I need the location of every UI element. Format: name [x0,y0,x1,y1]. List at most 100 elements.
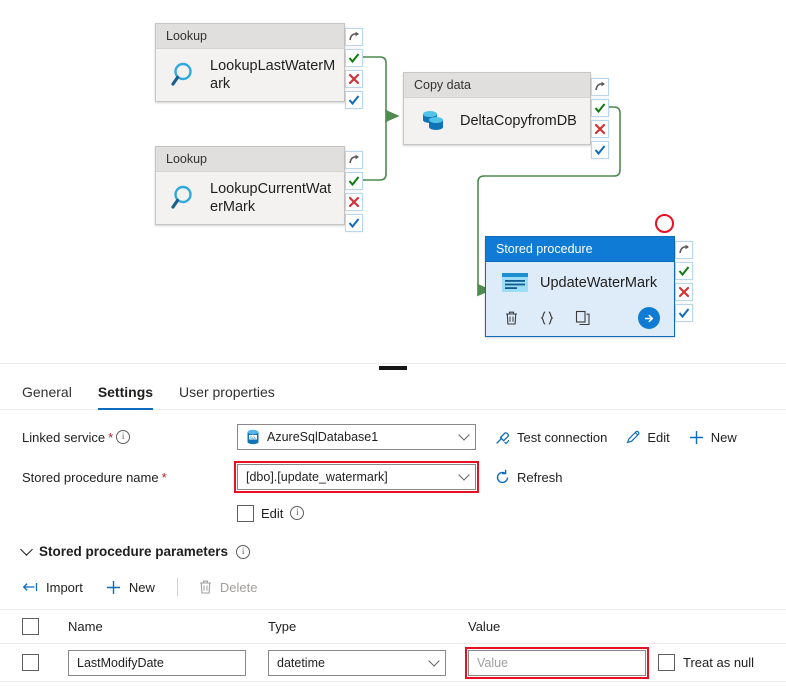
properties-tabs[interactable]: General Settings User properties [0,373,786,410]
activity-node-lookup-last-watermark[interactable]: Lookup LookupLastWaterMark [155,23,345,103]
row-select-checkbox[interactable] [22,654,39,671]
parameters-grid: Name Type Value LastModifyDate datetime … [0,609,786,682]
node-action-bar[interactable] [486,304,674,336]
new-parameter-label: New [128,579,155,595]
import-parameters-label: Import [46,579,83,595]
edit-checkbox[interactable] [237,504,254,522]
parameter-name-input[interactable]: LastModifyDate [68,649,246,676]
database-copy-icon [418,106,450,136]
tab-general[interactable]: General [22,375,72,409]
edit-linked-service-button[interactable]: Edit [625,429,670,445]
completion-pin[interactable] [591,141,609,159]
parameter-type-dropdown[interactable]: datetime [268,649,446,676]
clone-activity-icon[interactable] [570,306,596,330]
node-type-label: Lookup [156,147,344,172]
activity-node-copy-data[interactable]: Copy data DeltaCopyfromDB [403,72,591,145]
test-connection-button[interactable]: Test connection [494,429,607,446]
splitter-grip[interactable] [379,366,407,370]
parameter-type-cell[interactable]: datetime [268,649,468,676]
edit-checkbox-row: Edit i [0,500,786,526]
activity-pins-lookup-current-watermark[interactable] [345,151,363,235]
success-pin[interactable] [345,49,363,67]
code-braces-icon[interactable] [534,306,560,330]
stored-procedure-parameters-section[interactable]: Stored procedure parameters i [0,543,786,559]
pipeline-canvas[interactable]: Lookup LookupLastWaterMark Lookup Lookup… [0,0,786,363]
skip-pin[interactable] [345,28,363,46]
import-parameters-button[interactable]: Import [22,580,83,595]
refresh-icon [494,469,511,486]
run-activity-icon[interactable] [638,307,660,329]
linked-service-dropdown[interactable]: SQL AzureSqlDatabase1 [237,424,476,450]
parameter-name-cell[interactable]: LastModifyDate [68,649,268,676]
node-type-label: Lookup [156,24,344,49]
delete-activity-icon[interactable] [498,306,524,330]
skip-pin[interactable] [591,78,609,96]
skip-pin[interactable] [345,151,363,169]
row-select-cell[interactable] [22,654,68,671]
success-pin[interactable] [675,262,693,280]
column-header-type: Type [268,619,297,634]
parameter-value-cell[interactable]: Value [465,646,658,679]
activity-pins-copy-data[interactable] [591,78,609,162]
magnifier-icon [170,183,200,213]
treat-as-null-checkbox[interactable] [658,654,675,671]
column-header-name: Name [68,619,103,634]
table-row[interactable]: LastModifyDate datetime Value Treat as n… [0,644,786,682]
new-parameter-button[interactable]: New [105,579,155,596]
required-asterisk: * [108,429,114,445]
magnifier-icon [170,60,200,90]
failure-pin[interactable] [345,70,363,88]
activity-pins-lookup-last-watermark[interactable] [345,28,363,112]
completion-pin[interactable] [345,91,363,109]
parameter-type-value: datetime [277,655,325,670]
refresh-label: Refresh [517,469,563,485]
stored-procedure-name-value: [dbo].[update_watermark] [246,470,388,484]
activity-node-lookup-current-watermark[interactable]: Lookup LookupCurrentWaterMark [155,146,345,226]
trash-icon [198,579,213,595]
failure-pin[interactable] [675,283,693,301]
parameters-grid-header: Name Type Value [0,610,786,644]
node-type-label: Copy data [404,73,590,98]
activity-node-stored-procedure[interactable]: Stored procedure UpdateWaterMark [485,236,675,337]
activity-pins-stored-procedure[interactable] [675,241,693,325]
treat-as-null-cell[interactable]: Treat as null [658,654,764,671]
stored-procedure-icon [500,270,530,296]
node-activity-name: LookupCurrentWaterMark [210,181,332,216]
info-icon[interactable]: i [236,544,251,559]
tab-settings[interactable]: Settings [97,375,154,410]
select-all-cell[interactable] [22,618,68,635]
tab-user-properties[interactable]: User properties [179,375,275,409]
edit-linked-service-label: Edit [647,429,670,445]
refresh-button[interactable]: Refresh [494,469,563,486]
failure-pin[interactable] [591,120,609,138]
required-asterisk: * [161,469,167,485]
sql-database-icon: SQL [246,429,260,445]
select-all-checkbox[interactable] [22,618,39,635]
success-pin[interactable] [591,99,609,117]
info-icon[interactable]: i [116,430,131,444]
delete-parameter-button: Delete [198,579,258,595]
failure-pin[interactable] [345,193,363,211]
chevron-down-icon [20,543,33,556]
completion-pin[interactable] [345,214,363,232]
node-activity-name: UpdateWaterMark [540,274,658,291]
column-header-value: Value [468,619,501,634]
node-activity-name: LookupLastWaterMark [210,58,336,93]
success-pin[interactable] [345,172,363,190]
completion-pin[interactable] [675,304,693,322]
plus-icon [105,579,122,596]
delete-parameter-label: Delete [219,579,258,595]
linked-service-value: AzureSqlDatabase1 [267,430,379,444]
treat-as-null-label: Treat as null [683,655,755,670]
stored-procedure-name-dropdown[interactable]: [dbo].[update_watermark] [234,461,479,493]
skip-pin[interactable] [675,241,693,259]
new-linked-service-button[interactable]: New [688,429,737,446]
parameters-toolbar[interactable]: Import New Delete [0,573,786,601]
chevron-down-icon [428,654,440,667]
parameter-value-input[interactable]: Value [465,646,649,679]
info-icon[interactable]: i [290,506,305,520]
test-connection-label: Test connection [517,429,608,445]
linked-service-label-group: Linked service * i [22,430,237,445]
linked-service-row: Linked service * i SQL AzureSqlDatabase1 [0,424,786,450]
svg-text:SQL: SQL [250,436,257,440]
